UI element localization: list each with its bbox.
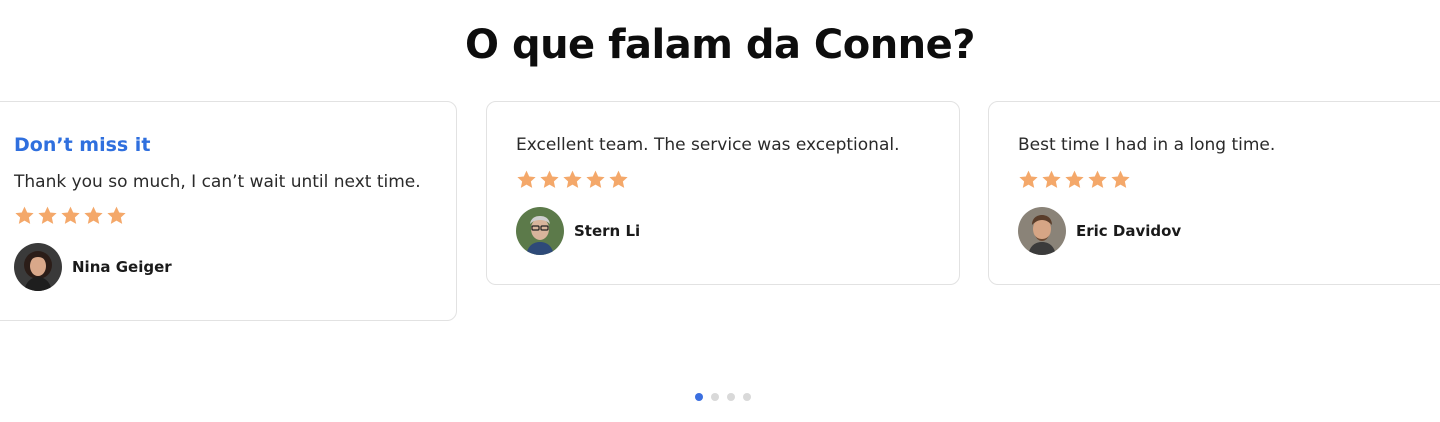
rating-stars xyxy=(14,205,127,226)
rating-stars xyxy=(1018,169,1131,190)
testimonial-quote: Excellent team. The service was exceptio… xyxy=(516,135,900,155)
testimonials-section: O que falam da Conne? Don’t miss it Than… xyxy=(0,0,1440,422)
testimonial-quote: Best time I had in a long time. xyxy=(1018,135,1276,155)
avatar xyxy=(14,243,62,291)
star-icon xyxy=(83,205,104,226)
pagination-dot[interactable] xyxy=(727,393,735,401)
testimonial-title: Don’t miss it xyxy=(14,134,151,156)
rating-stars xyxy=(516,169,629,190)
testimonial-quote: Thank you so much, I can’t wait until ne… xyxy=(14,172,421,192)
testimonial-author: Eric Davidov xyxy=(1018,207,1181,255)
star-icon xyxy=(60,205,81,226)
carousel-pagination xyxy=(695,393,751,401)
author-name: Nina Geiger xyxy=(72,258,172,276)
author-name: Eric Davidov xyxy=(1076,222,1182,240)
star-icon xyxy=(562,169,583,190)
testimonial-author: Stern Li xyxy=(516,207,640,255)
testimonial-card: Best time I had in a long time. Eric Dav… xyxy=(988,101,1440,285)
star-icon xyxy=(608,169,629,190)
star-icon xyxy=(1064,169,1085,190)
avatar xyxy=(516,207,564,255)
star-icon xyxy=(516,169,537,190)
star-icon xyxy=(1041,169,1062,190)
author-name: Stern Li xyxy=(574,222,641,240)
star-icon xyxy=(14,205,35,226)
star-icon xyxy=(1110,169,1131,190)
avatar xyxy=(1018,207,1066,255)
pagination-dot[interactable] xyxy=(743,393,751,401)
star-icon xyxy=(539,169,560,190)
pagination-dot[interactable] xyxy=(711,393,719,401)
testimonial-card: Excellent team. The service was exceptio… xyxy=(486,101,960,285)
section-heading: O que falam da Conne? xyxy=(465,22,975,68)
pagination-dot[interactable] xyxy=(695,393,703,401)
star-icon xyxy=(1018,169,1039,190)
testimonial-author: Nina Geiger xyxy=(14,243,172,291)
star-icon xyxy=(37,205,58,226)
testimonial-card: Don’t miss it Thank you so much, I can’t… xyxy=(0,101,457,321)
star-icon xyxy=(106,205,127,226)
star-icon xyxy=(585,169,606,190)
star-icon xyxy=(1087,169,1108,190)
